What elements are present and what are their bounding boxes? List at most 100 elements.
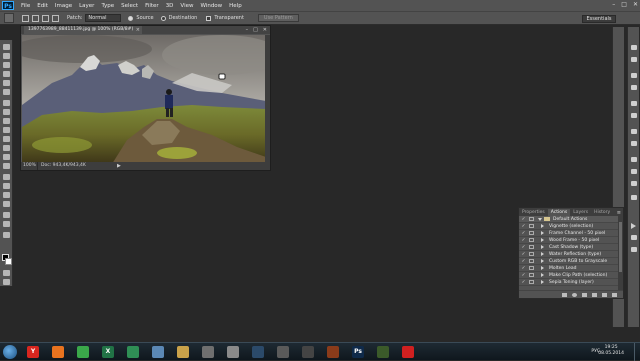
use-pattern-button[interactable]: Use Pattern bbox=[257, 14, 299, 22]
quick-mask-icon[interactable] bbox=[3, 270, 10, 276]
folder-icon[interactable] bbox=[177, 346, 189, 358]
workspace-select[interactable]: Essentials bbox=[582, 15, 616, 23]
move-tool-icon[interactable] bbox=[3, 44, 10, 50]
action-check-icon[interactable]: ✓ bbox=[521, 245, 526, 250]
image-canvas[interactable] bbox=[22, 35, 266, 164]
dialog-toggle-icon[interactable] bbox=[529, 231, 534, 235]
excel-icon[interactable]: X bbox=[102, 346, 114, 358]
action-row[interactable]: ✓ Custom RGB to Grayscale bbox=[519, 258, 619, 265]
game2-icon[interactable] bbox=[377, 346, 389, 358]
doc-maximize-button[interactable]: □ bbox=[253, 26, 258, 34]
tab-properties[interactable]: Properties bbox=[519, 209, 548, 216]
transparent-checkbox[interactable] bbox=[206, 15, 212, 21]
close-button[interactable]: ✕ bbox=[633, 1, 638, 8]
info-panel-icon[interactable] bbox=[631, 195, 637, 200]
hand-tool-icon[interactable] bbox=[3, 212, 10, 218]
dodge-tool-icon[interactable] bbox=[3, 163, 10, 169]
action-row[interactable]: ✓ Cast Shadow (type) bbox=[519, 244, 619, 251]
action-row[interactable]: ✓ Vignette (selection) bbox=[519, 223, 619, 230]
menu-help[interactable]: Help bbox=[229, 3, 242, 9]
brush-panel-icon[interactable] bbox=[631, 101, 637, 106]
doc-minimize-button[interactable]: – bbox=[246, 26, 249, 34]
menu-edit[interactable]: Edit bbox=[37, 3, 48, 9]
eraser-tool-icon[interactable] bbox=[3, 136, 10, 142]
gradient-tool-icon[interactable] bbox=[3, 145, 10, 151]
doc-close-button[interactable]: ✕ bbox=[263, 26, 267, 34]
dialog-toggle-icon[interactable] bbox=[529, 280, 534, 284]
actions-scrollbar[interactable] bbox=[618, 216, 623, 292]
action-row[interactable]: ✓ Sepia Toning (layer) bbox=[519, 279, 619, 286]
record-icon[interactable] bbox=[572, 292, 577, 297]
document-tab[interactable]: 1397763989_88411139.jpg @ 100% (RGB/8#) … bbox=[24, 26, 142, 34]
layers-panel-icon[interactable] bbox=[631, 157, 637, 162]
tab-layers[interactable]: Layers bbox=[570, 209, 591, 216]
expand-arrow-icon[interactable] bbox=[541, 238, 544, 242]
character-panel-icon[interactable] bbox=[631, 129, 637, 134]
destination-radio[interactable] bbox=[160, 15, 166, 21]
paths-panel-icon[interactable] bbox=[631, 181, 637, 186]
timeline-panel-icon[interactable] bbox=[631, 223, 636, 229]
chrome-icon[interactable] bbox=[77, 346, 89, 358]
menu-type[interactable]: Type bbox=[101, 3, 114, 9]
zoom-tool-icon[interactable] bbox=[3, 221, 10, 227]
action-set-row[interactable]: ✓ Default Actions bbox=[519, 216, 619, 223]
tab-history[interactable]: History bbox=[591, 209, 613, 216]
dialog-toggle-icon[interactable] bbox=[529, 252, 534, 256]
kaspersky-icon[interactable] bbox=[127, 346, 139, 358]
menu-layer[interactable]: Layer bbox=[79, 3, 94, 9]
system-clock[interactable]: 19:25 08.05.2014 bbox=[598, 345, 624, 357]
clone-source-panel-icon[interactable] bbox=[631, 113, 637, 118]
menu-file[interactable]: File bbox=[21, 3, 30, 9]
action-check-icon[interactable]: ✓ bbox=[521, 224, 526, 229]
source-radio[interactable] bbox=[128, 15, 134, 21]
play-selection-icon[interactable] bbox=[582, 292, 587, 297]
add-selection-icon[interactable] bbox=[32, 14, 39, 22]
history-brush-tool-icon[interactable] bbox=[3, 127, 10, 133]
action-check-icon[interactable]: ✓ bbox=[521, 238, 526, 243]
background-color-swatch[interactable] bbox=[5, 258, 12, 265]
dialog-toggle-icon[interactable] bbox=[529, 224, 534, 228]
lasso-tool-icon[interactable] bbox=[3, 62, 10, 68]
steam-icon[interactable] bbox=[252, 346, 264, 358]
expand-arrow-icon[interactable] bbox=[541, 252, 544, 256]
action-check-icon[interactable]: ✓ bbox=[521, 273, 526, 278]
action-check-icon[interactable]: ✓ bbox=[521, 217, 526, 222]
dialog-toggle-icon[interactable] bbox=[529, 245, 534, 249]
assassins-creed-icon[interactable] bbox=[202, 346, 214, 358]
record-icon[interactable] bbox=[402, 346, 414, 358]
patch-tool-icon[interactable] bbox=[3, 100, 10, 106]
styles-panel-icon[interactable] bbox=[631, 85, 637, 90]
expand-arrow-icon[interactable] bbox=[541, 245, 544, 249]
menu-view[interactable]: View bbox=[180, 3, 193, 9]
color-panel-icon[interactable] bbox=[631, 45, 637, 50]
menu-3d[interactable]: 3D bbox=[166, 3, 174, 9]
notes-panel-icon[interactable] bbox=[631, 247, 637, 252]
patch-tool-preset-icon[interactable] bbox=[4, 13, 14, 23]
game-icon[interactable] bbox=[327, 346, 339, 358]
eyedropper-tool-icon[interactable] bbox=[3, 89, 10, 95]
start-button[interactable] bbox=[3, 345, 17, 359]
document-vertical-scrollbar[interactable] bbox=[265, 35, 270, 164]
action-check-icon[interactable]: ✓ bbox=[521, 280, 526, 285]
dialog-toggle-icon[interactable] bbox=[529, 217, 534, 221]
menu-select[interactable]: Select bbox=[121, 3, 138, 9]
new-set-folder-icon[interactable] bbox=[592, 292, 597, 297]
swatches-panel-icon[interactable] bbox=[631, 57, 637, 62]
action-row[interactable]: ✓ Water Reflection (type) bbox=[519, 251, 619, 258]
channels-panel-icon[interactable] bbox=[631, 169, 637, 174]
dialog-toggle-icon[interactable] bbox=[529, 273, 534, 277]
menu-window[interactable]: Window bbox=[200, 3, 222, 9]
action-row[interactable]: ✓ Molten Lead bbox=[519, 265, 619, 272]
action-check-icon[interactable]: ✓ bbox=[521, 231, 526, 236]
action-check-icon[interactable]: ✓ bbox=[521, 259, 526, 264]
expand-arrow-icon[interactable] bbox=[541, 273, 544, 277]
blur-tool-icon[interactable] bbox=[3, 154, 10, 160]
new-action-icon[interactable] bbox=[602, 292, 607, 297]
action-row[interactable]: ✓ Make Clip Path (selection) bbox=[519, 272, 619, 279]
action-check-icon[interactable]: ✓ bbox=[521, 252, 526, 257]
menu-image[interactable]: Image bbox=[55, 3, 72, 9]
expand-arrow-icon[interactable] bbox=[541, 280, 544, 284]
photoshop-icon[interactable]: Ps bbox=[352, 346, 364, 358]
scrollbar-thumb[interactable] bbox=[619, 222, 622, 272]
expand-arrow-icon[interactable] bbox=[541, 231, 544, 235]
